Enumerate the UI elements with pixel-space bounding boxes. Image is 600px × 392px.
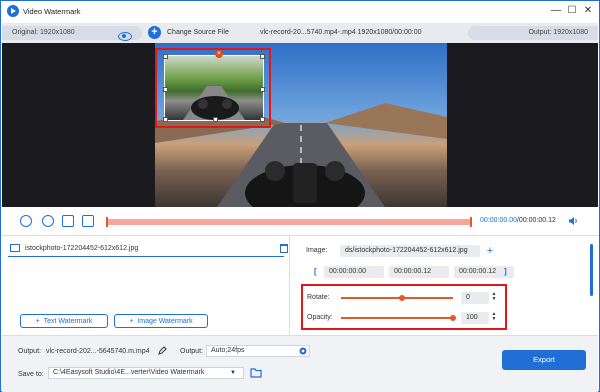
image-path-field[interactable]: ds/istockphoto-172204452-612x612.jpg <box>340 245 480 257</box>
change-source-button[interactable]: Change Source File <box>167 29 229 36</box>
format-label: Output: <box>180 348 203 355</box>
original-resolution-label: Original: 1920x1080 <box>12 29 75 36</box>
original-resolution-tab: Original: 1920x1080 <box>2 26 142 41</box>
output-resolution-tab: Output: 1920x1080 <box>468 26 598 40</box>
folder-icon[interactable] <box>250 367 262 378</box>
volume-icon[interactable] <box>568 216 578 226</box>
window-title: Video Watermark <box>23 7 81 16</box>
time-mid-field[interactable]: 00:00:00.12 <box>389 266 449 278</box>
watermark-file-name: istockphoto-172204452-612x612.jpg <box>25 245 139 252</box>
title-bar: Video Watermark — ☐ ✕ <box>1 1 599 23</box>
close-button[interactable]: ✕ <box>581 4 595 18</box>
plus-icon: + <box>35 318 44 325</box>
time-display: 00:00:00.00/00:00:00.12 <box>480 217 556 224</box>
rotate-slider[interactable] <box>341 297 453 299</box>
gear-icon[interactable] <box>298 346 308 356</box>
video-preview: × <box>2 43 598 207</box>
edit-pencil-icon[interactable] <box>158 346 167 355</box>
watermark-settings-panel: Image: ds/istockphoto-172204452-612x612.… <box>289 235 599 336</box>
opacity-label: Opacity: <box>307 314 333 321</box>
source-file-info: vlc-record-20...5740.mp4-.mp4 1920x1080/… <box>260 29 422 36</box>
opacity-slider-knob[interactable] <box>450 315 456 321</box>
resize-handle[interactable] <box>163 87 168 92</box>
playback-controls: 00:00:00.00/00:00:00.12 <box>2 207 598 235</box>
list-item[interactable]: istockphoto-172204452-612x612.jpg <box>8 240 288 257</box>
image-watermark-button[interactable]: + Image Watermark <box>114 314 208 328</box>
rotate-slider-knob[interactable] <box>399 295 405 301</box>
video-watermark-window: Video Watermark — ☐ ✕ Original: 1920x108… <box>0 0 600 392</box>
opacity-stepper-icon[interactable]: ▲ ▼ <box>491 312 497 322</box>
trash-icon[interactable] <box>280 244 288 253</box>
remove-watermark-icon[interactable]: × <box>215 50 223 58</box>
change-source-plus-icon[interactable]: + <box>148 26 161 39</box>
watermark-highlight: × <box>155 48 271 128</box>
dropdown-chevron-icon[interactable]: ▼ <box>230 370 236 376</box>
resize-handle[interactable] <box>260 87 265 92</box>
add-image-plus-icon[interactable]: + <box>484 245 496 257</box>
image-watermark-label: Image Watermark <box>137 318 193 325</box>
preview-toolbar: Original: 1920x1080 + Change Source File… <box>2 23 598 43</box>
settings-scrollbar[interactable] <box>590 244 593 296</box>
text-watermark-button[interactable]: + Text Watermark <box>20 314 108 328</box>
save-to-label: Save to: <box>18 371 44 378</box>
rotate-opacity-highlight: Rotate: 0 ▲ ▼ Opacity: 100 ▲ ▼ <box>301 284 507 330</box>
play-icon[interactable] <box>20 215 32 227</box>
rotate-stepper-icon[interactable]: ▲ ▼ <box>491 292 497 302</box>
app-logo-icon <box>7 5 19 17</box>
watermark-list-panel: istockphoto-172204452-612x612.jpg + Text… <box>2 235 289 336</box>
rotate-label: Rotate: <box>307 294 330 301</box>
opacity-value-field[interactable]: 100 <box>461 312 489 324</box>
resize-handle[interactable] <box>260 117 265 122</box>
output-resolution-label: Output: 1920x1080 <box>528 29 588 36</box>
stop-icon[interactable] <box>42 215 54 227</box>
save-path-field[interactable]: C:\4Easysoft Studio\4E...verter\Video Wa… <box>48 367 244 379</box>
output-label: Output: <box>18 348 41 355</box>
output-file-name: vlc-record-202...-5645740.m.mp4 <box>46 348 150 355</box>
total-time: /00:00:00.12 <box>516 217 556 224</box>
resize-handle[interactable] <box>213 117 218 122</box>
export-button[interactable]: Export <box>502 350 586 370</box>
watermark-road-image <box>183 86 245 120</box>
format-field[interactable]: Auto;24fps <box>206 345 310 357</box>
eye-icon[interactable] <box>118 32 132 41</box>
maximize-button[interactable]: ☐ <box>565 4 579 18</box>
current-time: 00:00:00.00 <box>480 217 517 224</box>
resize-handle[interactable] <box>163 117 168 122</box>
next-frame-icon[interactable] <box>62 215 74 227</box>
resize-handle[interactable] <box>260 54 265 59</box>
opacity-slider[interactable] <box>341 317 453 319</box>
resize-handle[interactable] <box>163 54 168 59</box>
rotate-value-field[interactable]: 0 <box>461 292 489 304</box>
watermark-image[interactable]: × <box>163 50 265 122</box>
set-end-icon[interactable]: ] <box>504 267 507 276</box>
end-marker[interactable] <box>470 217 472 227</box>
minimize-button[interactable]: — <box>549 4 563 18</box>
fit-icon[interactable] <box>82 215 94 227</box>
start-marker[interactable] <box>106 217 108 227</box>
time-start-field[interactable]: 00:00:00.00 <box>324 266 384 278</box>
image-label: Image: <box>306 247 328 254</box>
text-watermark-label: Text Watermark <box>43 318 93 325</box>
output-bar: Output: vlc-record-202...-5645740.m.mp4 … <box>2 335 598 392</box>
image-file-icon <box>10 244 20 252</box>
set-start-icon[interactable]: [ <box>314 267 317 276</box>
timeline-track[interactable] <box>106 217 472 227</box>
